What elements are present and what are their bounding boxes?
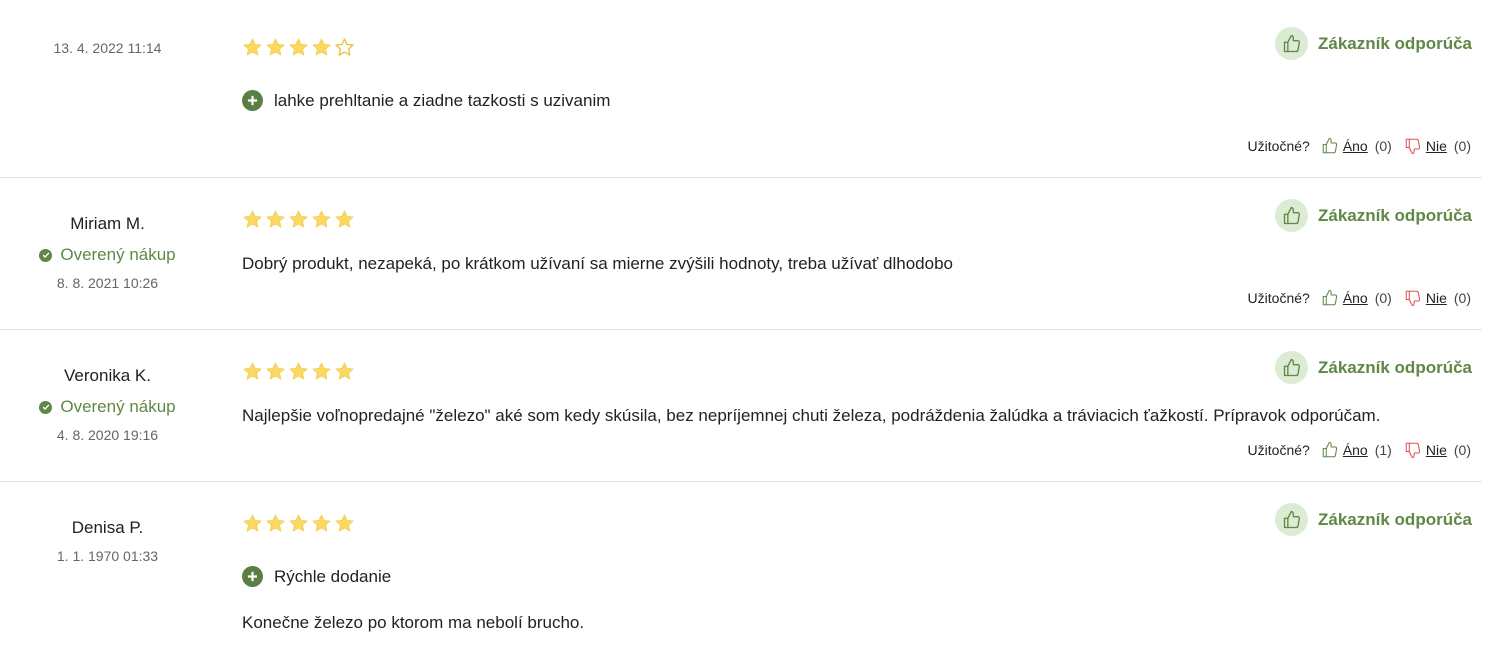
thumb-up-icon <box>1275 199 1309 232</box>
review-item: Miriam M. Overený nákup 8. 8. 2021 10:26… <box>0 178 1482 330</box>
vote-yes-count: (1) <box>1374 442 1392 458</box>
vote-yes-link[interactable]: Áno <box>1343 290 1368 306</box>
review-author-name: Veronika K. <box>64 366 151 385</box>
rating-stars <box>242 209 355 230</box>
review-text: Najlepšie voľnopredajné "železo" aké som… <box>242 406 1381 425</box>
recommend-label: Zákazník odporúča <box>1318 205 1472 225</box>
useful-votes: Užitočné? Áno (0) Nie (0) <box>1248 137 1471 155</box>
recommend-label: Zákazník odporúča <box>1318 33 1472 53</box>
star-filled-icon <box>289 362 308 380</box>
vote-yes-count: (0) <box>1374 290 1392 306</box>
vote-no-count: (0) <box>1453 442 1471 458</box>
review-pro: Rýchle dodanie <box>242 566 391 587</box>
star-filled-icon <box>289 38 308 56</box>
rating-stars <box>242 37 355 58</box>
vote-no-link[interactable]: Nie <box>1426 442 1447 458</box>
thumb-up-icon <box>1275 503 1309 536</box>
thumb-up-icon <box>1322 289 1337 306</box>
check-icon <box>39 248 53 262</box>
vote-no-button[interactable]: Nie (0) <box>1404 137 1471 155</box>
reviews-list: 13. 4. 2022 11:14 Zákazník odporúča lahk… <box>0 0 1482 647</box>
star-filled-icon <box>266 38 285 56</box>
review-author-name: Denisa P. <box>71 518 144 537</box>
review-text: Konečne železo po ktorom ma nebolí bruch… <box>242 613 585 632</box>
check-icon <box>39 400 53 414</box>
star-filled-icon <box>335 514 354 532</box>
review-text: Dobrý produkt, nezapeká, po krátkom užív… <box>242 254 953 273</box>
star-filled-icon <box>312 514 331 532</box>
star-filled-icon <box>312 38 331 56</box>
star-filled-icon <box>289 210 308 228</box>
vote-no-button[interactable]: Nie (0) <box>1404 441 1471 459</box>
recommend-badge: Zákazník odporúča <box>1275 351 1472 384</box>
star-filled-icon <box>266 514 285 532</box>
star-filled-icon <box>312 210 331 228</box>
verified-label: Overený nákup <box>60 245 176 264</box>
review-date: 1. 1. 1970 01:33 <box>56 548 159 564</box>
star-filled-icon <box>266 210 285 228</box>
vote-no-count: (0) <box>1453 290 1471 306</box>
review-pro: lahke prehltanie a ziadne tazkosti s uzi… <box>242 90 610 111</box>
thumb-up-icon <box>1322 137 1337 154</box>
star-filled-icon <box>243 514 262 532</box>
star-filled-icon <box>289 514 308 532</box>
review-date: 8. 8. 2021 10:26 <box>56 275 159 291</box>
plus-icon <box>242 90 263 111</box>
review-pro-text: lahke prehltanie a ziadne tazkosti s uzi… <box>274 90 611 110</box>
useful-label: Užitočné? <box>1247 290 1310 306</box>
star-filled-icon <box>243 362 262 380</box>
review-item: Denisa P. 1. 1. 1970 01:33 Zákazník odpo… <box>0 482 1482 647</box>
review-author-block: Veronika K. Overený nákup 4. 8. 2020 19:… <box>0 365 215 444</box>
thumb-down-icon <box>1405 442 1421 459</box>
plus-icon <box>242 566 263 587</box>
review-date: 13. 4. 2022 11:14 <box>53 40 162 56</box>
vote-yes-link[interactable]: Áno <box>1343 138 1368 154</box>
useful-votes: Užitočné? Áno (1) Nie (0) <box>1248 441 1471 459</box>
rating-stars <box>242 361 355 382</box>
vote-no-button[interactable]: Nie (0) <box>1404 289 1471 307</box>
recommend-badge: Zákazník odporúča <box>1275 199 1472 232</box>
review-author-name: Miriam M. <box>70 214 145 233</box>
review-author-block: Miriam M. Overený nákup 8. 8. 2021 10:26 <box>0 213 215 292</box>
vote-no-link[interactable]: Nie <box>1426 138 1447 154</box>
vote-yes-link[interactable]: Áno <box>1343 442 1368 458</box>
star-filled-icon <box>335 362 354 380</box>
review-date: 4. 8. 2020 19:16 <box>56 427 159 443</box>
review-item: Veronika K. Overený nákup 4. 8. 2020 19:… <box>0 330 1482 482</box>
star-filled-icon <box>243 38 262 56</box>
star-empty-icon <box>335 38 354 56</box>
thumb-up-icon <box>1275 27 1309 60</box>
recommend-badge: Zákazník odporúča <box>1275 27 1472 60</box>
recommend-label: Zákazník odporúča <box>1318 509 1472 529</box>
vote-yes-button[interactable]: Áno (1) <box>1321 441 1392 459</box>
review-author-block: Denisa P. 1. 1. 1970 01:33 <box>0 517 215 565</box>
rating-stars <box>242 513 355 534</box>
star-filled-icon <box>266 362 285 380</box>
recommend-badge: Zákazník odporúča <box>1275 503 1472 536</box>
thumb-down-icon <box>1405 290 1421 307</box>
useful-label: Užitočné? <box>1247 138 1310 154</box>
useful-label: Užitočné? <box>1247 442 1310 458</box>
recommend-label: Zákazník odporúča <box>1318 357 1472 377</box>
thumb-up-icon <box>1322 441 1337 458</box>
vote-yes-count: (0) <box>1374 138 1392 154</box>
vote-yes-button[interactable]: Áno (0) <box>1321 137 1392 155</box>
verified-label: Overený nákup <box>60 397 176 416</box>
review-author-block: 13. 4. 2022 11:14 <box>0 39 215 57</box>
star-filled-icon <box>335 210 354 228</box>
verified-purchase-badge: Overený nákup <box>39 396 176 418</box>
star-filled-icon <box>312 362 331 380</box>
review-item: 13. 4. 2022 11:14 Zákazník odporúča lahk… <box>0 0 1482 178</box>
verified-purchase-badge: Overený nákup <box>39 244 176 266</box>
review-pro-text: Rýchle dodanie <box>274 566 392 586</box>
thumb-down-icon <box>1405 138 1421 155</box>
vote-no-link[interactable]: Nie <box>1426 290 1447 306</box>
thumb-up-icon <box>1275 351 1309 384</box>
vote-yes-button[interactable]: Áno (0) <box>1321 289 1392 307</box>
star-filled-icon <box>243 210 262 228</box>
vote-no-count: (0) <box>1453 138 1471 154</box>
useful-votes: Užitočné? Áno (0) Nie (0) <box>1248 289 1471 307</box>
